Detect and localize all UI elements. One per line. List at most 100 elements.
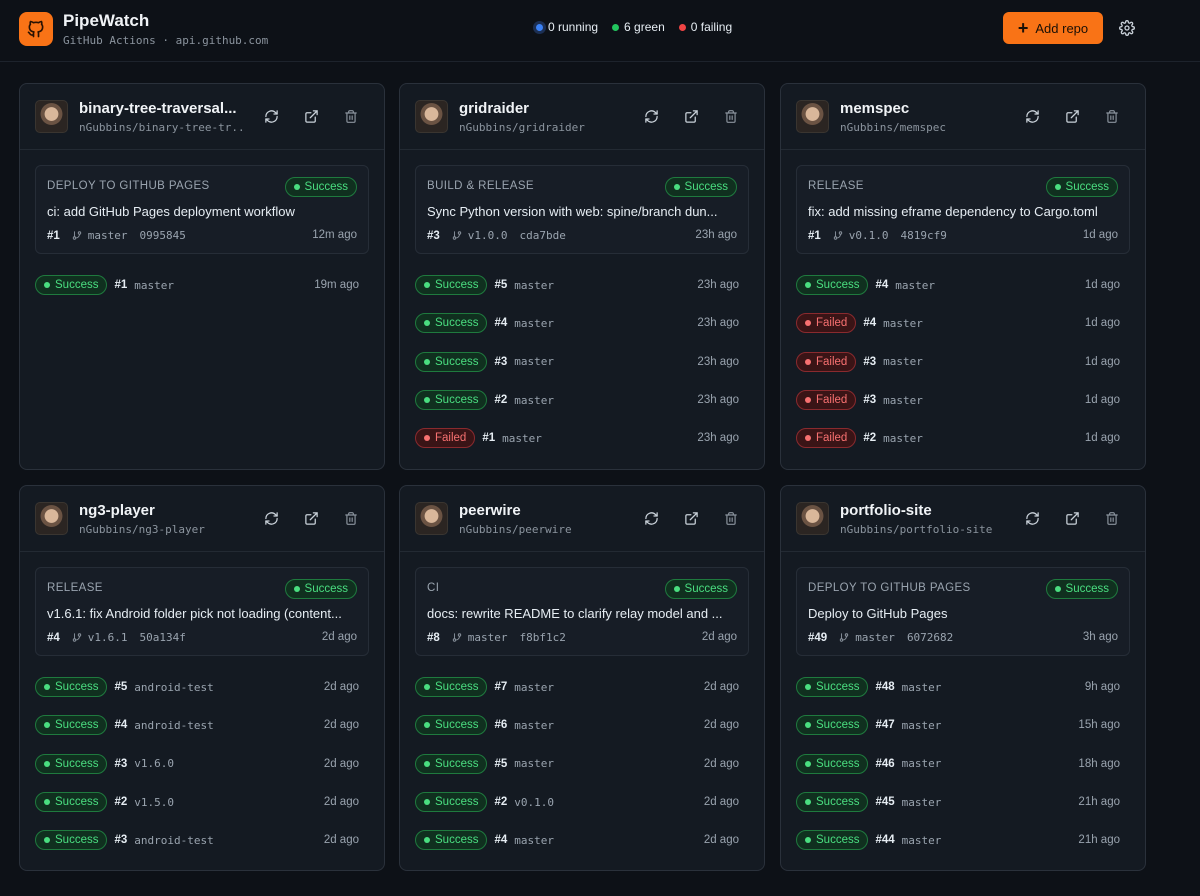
status-badge: Success <box>796 275 869 296</box>
run-row[interactable]: Success #2 v1.5.0 2d ago <box>35 783 369 821</box>
status-label: Success <box>304 181 348 193</box>
run-row[interactable]: Success #4 master 1d ago <box>796 266 1130 304</box>
latest-run[interactable]: DEPLOY TO GITHUB PAGES Success ci: add Git… <box>35 165 369 254</box>
run-row[interactable]: Success #5 master 2d ago <box>415 745 749 783</box>
app-subtitle: GitHub Actions · api.github.com <box>63 34 269 47</box>
repo-name[interactable]: peerwire <box>459 502 624 519</box>
run-number: #2 <box>494 796 508 809</box>
trash-icon[interactable] <box>342 107 360 125</box>
commit-message: Deploy to GitHub Pages <box>808 606 948 621</box>
commit-sha: 0995845 <box>139 229 186 242</box>
repo-card-header: ng3-player nGubbins/ng3-player <box>20 486 384 552</box>
refresh-icon[interactable] <box>262 107 280 125</box>
run-row[interactable]: Success #4 master 2d ago <box>415 821 749 859</box>
run-row[interactable]: Failed #3 master 1d ago <box>796 343 1130 381</box>
external-link-icon[interactable] <box>682 509 700 527</box>
run-number: #1 <box>47 229 60 242</box>
failing-count: 0 failing <box>690 20 733 34</box>
repo-name[interactable]: memspec <box>840 100 1005 117</box>
run-row[interactable]: Success #46 master 18h ago <box>796 745 1130 783</box>
run-row[interactable]: Success #2 v0.1.0 2d ago <box>415 783 749 821</box>
latest-run[interactable]: RELEASE Success fix: add missing eframe de… <box>796 165 1130 254</box>
refresh-icon[interactable] <box>642 509 660 527</box>
refresh-icon[interactable] <box>1023 509 1041 527</box>
repo-name[interactable]: binary-tree-traversal... <box>79 100 244 117</box>
run-row[interactable]: Success #2 master 23h ago <box>415 381 749 419</box>
run-row[interactable]: Success #44 master 21h ago <box>796 821 1130 859</box>
run-row[interactable]: Success #3 master 23h ago <box>415 343 749 381</box>
status-badge: Failed <box>796 351 857 372</box>
repo-card: memspec nGubbins/memspec RELEASE Success fix… <box>780 83 1146 470</box>
external-link-icon[interactable] <box>682 107 700 125</box>
run-time: 1d ago <box>1084 355 1120 368</box>
run-time: 23h ago <box>695 229 737 241</box>
trash-icon[interactable] <box>1103 107 1121 125</box>
latest-run[interactable]: DEPLOY TO GITHUB PAGES Success Deploy to G… <box>796 567 1130 656</box>
run-row[interactable]: Success #6 master 2d ago <box>415 706 749 744</box>
status-badge: Success <box>796 792 869 813</box>
external-link-icon[interactable] <box>302 107 320 125</box>
run-meta: #1 v0.1.0 4819cf9 <box>808 229 947 242</box>
run-number: #5 <box>494 757 508 770</box>
run-row[interactable]: Success #48 master 9h ago <box>796 668 1130 706</box>
run-time: 23h ago <box>697 355 739 368</box>
status-badge: Success <box>796 830 869 851</box>
commit-sha: cda7bde <box>519 229 566 242</box>
status-badge: Success <box>284 579 357 599</box>
latest-run[interactable]: CI Success docs: rewrite README to clarify… <box>415 567 749 656</box>
run-row[interactable]: Success #3 android-test 2d ago <box>35 821 369 859</box>
run-row[interactable]: Success #5 master 23h ago <box>415 266 749 304</box>
run-time: 3h ago <box>1082 631 1118 643</box>
run-number: #5 <box>494 279 508 292</box>
latest-run[interactable]: RELEASE Success v1.6.1: fix Android folder… <box>35 567 369 656</box>
run-row[interactable]: Success #1 master 19m ago <box>35 266 369 304</box>
run-row[interactable]: Success #5 android-test 2d ago <box>35 668 369 706</box>
trash-icon[interactable] <box>722 107 740 125</box>
trash-icon[interactable] <box>1103 509 1121 527</box>
status-badge: Failed <box>796 428 857 449</box>
status-dot <box>805 760 811 767</box>
status-dot <box>424 837 430 844</box>
status-summary: 0 running 6 green 0 failing <box>536 20 732 34</box>
repo-name[interactable]: gridraider <box>459 100 624 117</box>
git-branch-icon <box>452 632 462 643</box>
run-number: #48 <box>875 681 895 694</box>
external-link-icon[interactable] <box>1063 107 1081 125</box>
repo-name[interactable]: ng3-player <box>79 502 244 519</box>
status-label: Success <box>435 757 479 770</box>
refresh-icon[interactable] <box>1023 107 1041 125</box>
repo-name[interactable]: portfolio-site <box>840 502 1005 519</box>
run-row[interactable]: Success #4 android-test 2d ago <box>35 706 369 744</box>
external-link-icon[interactable] <box>1063 509 1081 527</box>
run-number: #4 <box>494 834 508 847</box>
run-meta: #4 v1.6.1 50a134f <box>47 631 186 644</box>
refresh-icon[interactable] <box>262 509 280 527</box>
status-badge: Success <box>415 313 488 334</box>
run-row[interactable]: Success #7 master 2d ago <box>415 668 749 706</box>
run-meta: #8 master f8bf1c2 <box>427 631 566 644</box>
status-badge: Success <box>796 677 869 698</box>
run-row[interactable]: Success #45 master 21h ago <box>796 783 1130 821</box>
commit-sha: 4819cf9 <box>900 229 947 242</box>
latest-run[interactable]: BUILD & RELEASE Success Sync Python versio… <box>415 165 749 254</box>
run-row[interactable]: Failed #1 master 23h ago <box>415 419 749 457</box>
trash-icon[interactable] <box>342 509 360 527</box>
run-row[interactable]: Failed #2 master 1d ago <box>796 419 1130 457</box>
add-repo-button[interactable]: + Add repo <box>1003 12 1103 44</box>
external-link-icon[interactable] <box>302 509 320 527</box>
status-label: Success <box>684 583 728 595</box>
run-number: #5 <box>114 681 128 694</box>
trash-icon[interactable] <box>722 509 740 527</box>
run-row[interactable]: Success #4 master 23h ago <box>415 304 749 342</box>
run-row[interactable]: Failed #4 master 1d ago <box>796 304 1130 342</box>
status-label: Success <box>435 681 479 694</box>
repo-card-header: gridraider nGubbins/gridraider <box>400 84 764 150</box>
run-number: #2 <box>114 796 128 809</box>
run-row[interactable]: Success #3 v1.6.0 2d ago <box>35 745 369 783</box>
refresh-icon[interactable] <box>642 107 660 125</box>
run-number: #4 <box>114 719 128 732</box>
gear-icon[interactable] <box>1117 18 1137 38</box>
run-row[interactable]: Success #47 master 15h ago <box>796 706 1130 744</box>
run-row[interactable]: Failed #3 master 1d ago <box>796 381 1130 419</box>
status-badge: Failed <box>415 428 476 449</box>
